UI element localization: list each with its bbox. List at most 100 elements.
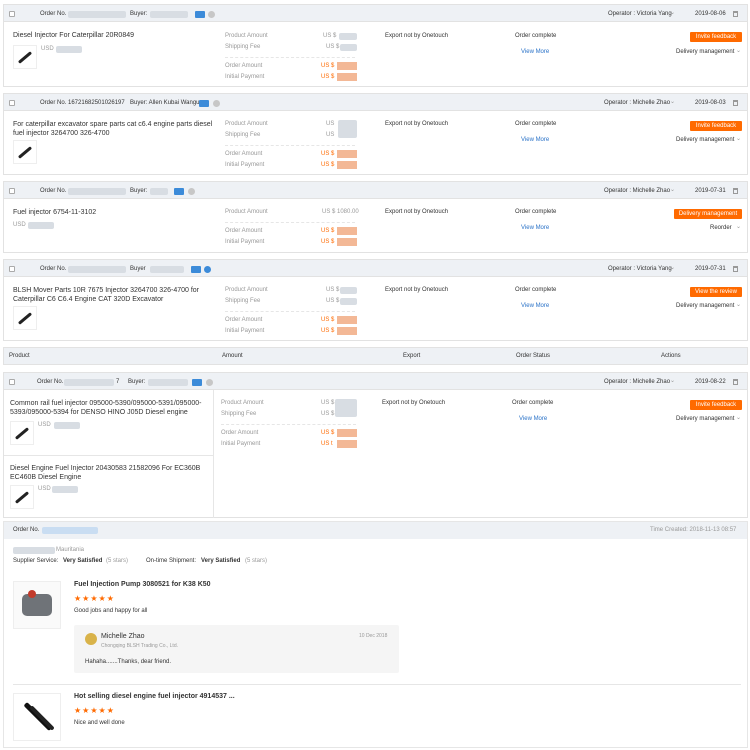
trash-icon[interactable] [733, 379, 738, 385]
order-card: Order No. Buyer: Operator : Victoria Yan… [3, 4, 748, 87]
chevron-down-icon[interactable]: ⌄ [736, 48, 741, 55]
payment-value: US t [321, 441, 333, 447]
product-thumbnail[interactable] [13, 581, 61, 629]
order-number-blurred [42, 527, 98, 534]
order-number-label: Order No. 16721682501026197 [40, 100, 125, 106]
product-title[interactable]: Diesel Injector For Caterpillar 20R0849 [13, 31, 213, 40]
product-thumbnail[interactable] [13, 693, 61, 741]
contact-icon[interactable] [174, 188, 184, 195]
amount-blurred [337, 227, 357, 235]
trash-icon[interactable] [733, 11, 738, 17]
product-thumbnail[interactable] [13, 140, 37, 164]
product-title[interactable]: For caterpillar excavator spare parts ca… [13, 120, 213, 138]
view-more-link[interactable]: View More [521, 303, 549, 310]
order-checkbox[interactable] [9, 100, 15, 106]
operator[interactable]: Operator : Michelle Zhao [604, 100, 670, 107]
chevron-down-icon[interactable]: ⌄ [736, 136, 741, 143]
amount-value: US $ [326, 298, 340, 304]
amount-label: Order Amount [225, 63, 263, 69]
order-card: Order No. 7 Buyer: Operator : Michelle Z… [3, 372, 748, 518]
injector-image-icon [14, 427, 30, 440]
amount-blurred [337, 161, 357, 169]
contact-icon[interactable] [191, 266, 201, 273]
injector-image-icon [17, 146, 33, 159]
product-title[interactable]: Diesel Engine Fuel Injector 20430583 215… [10, 464, 208, 482]
chevron-down-icon[interactable]: ⌄ [736, 302, 741, 309]
trash-icon[interactable] [733, 188, 738, 194]
operator[interactable]: Operator : Michelle Zhao [604, 379, 670, 386]
delivery-management-menu[interactable]: Delivery management [676, 303, 734, 310]
amount-label: Product Amount [225, 33, 268, 39]
order-number-label: Order No. [13, 527, 40, 533]
view-more-link[interactable]: View More [521, 225, 549, 232]
column-export: Export [403, 353, 421, 359]
trash-icon[interactable] [733, 100, 738, 106]
view-more-link[interactable]: View More [521, 137, 549, 144]
column-divider [213, 390, 214, 518]
delivery-management-menu[interactable]: Delivery management [676, 416, 734, 423]
invite-feedback-button[interactable]: Invite feedback [690, 32, 742, 42]
view-review-button[interactable]: View the review [690, 287, 742, 297]
chevron-down-icon[interactable]: ⌄ [670, 10, 675, 17]
product-title[interactable]: Fuel injector 6754-11-3102 [13, 208, 213, 217]
chevron-down-icon[interactable]: ⌄ [736, 415, 741, 422]
chevron-down-icon[interactable]: ⌄ [670, 378, 675, 385]
review-product-title[interactable]: Fuel Injection Pump 3080521 for K38 K50 [74, 580, 211, 589]
product-thumbnail[interactable] [13, 45, 37, 69]
view-more-link[interactable]: View More [521, 49, 549, 56]
invite-feedback-button[interactable]: Invite feedback [690, 121, 742, 131]
operator[interactable]: Operator : Victoria Yang [608, 11, 672, 18]
supplier-service-value: Very Satisfied [63, 558, 103, 564]
order-checkbox[interactable] [9, 11, 15, 17]
amount-blurred [340, 44, 357, 51]
contact-icon[interactable] [192, 379, 202, 386]
shipment-stars: (5 stars) [245, 558, 268, 564]
delivery-management-button[interactable]: Delivery management [674, 209, 742, 219]
chevron-down-icon[interactable]: ⌄ [670, 265, 675, 272]
order-amount-value: US $ [321, 317, 335, 323]
amount-label: Initial Payment [225, 74, 265, 80]
pump-image-icon [22, 594, 52, 616]
product-thumbnail[interactable] [10, 485, 34, 509]
chevron-down-icon[interactable]: ⌄ [670, 187, 675, 194]
view-more-link[interactable]: View More [519, 416, 547, 423]
product-thumbnail[interactable] [10, 421, 34, 445]
order-checkbox[interactable] [9, 379, 15, 385]
reply-company: Chongqing BLSH Trading Co., Ltd. [101, 643, 178, 649]
shipment-label: On-time Shipment: [146, 558, 197, 564]
reorder-menu[interactable]: Reorder [710, 225, 732, 232]
amount-blurred [339, 33, 357, 40]
product-title[interactable]: BLSH Mover Parts 10R 7675 Injector 32647… [13, 286, 213, 304]
amount-label: Product Amount [225, 287, 268, 293]
contact-icon[interactable] [199, 100, 209, 107]
buyer-label: Buyer: [128, 379, 146, 385]
order-amount-value: US $ [321, 228, 335, 234]
chevron-down-icon[interactable]: ⌄ [736, 224, 741, 231]
injector-image-icon [17, 312, 33, 325]
amount-label: Shipping Fee [225, 298, 261, 304]
delivery-management-menu[interactable]: Delivery management [676, 137, 734, 144]
amount-blurred [340, 287, 357, 294]
trash-icon[interactable] [733, 266, 738, 272]
order-status: Order complete [515, 121, 557, 127]
contact-icon[interactable] [195, 11, 205, 18]
operator[interactable]: Operator : Victoria Yang [608, 266, 672, 273]
order-number-blurred [68, 11, 126, 18]
review-product-title[interactable]: Hot selling diesel engine fuel injector … [74, 692, 235, 701]
export-text: Export not by Onetouch [385, 209, 449, 215]
amount-value: US $ [326, 44, 340, 50]
reply-name: Michelle Zhao [101, 633, 145, 640]
order-status: Order complete [515, 287, 557, 293]
product-title[interactable]: Common rail fuel injector 095000-5390/09… [10, 399, 208, 417]
product-thumbnail[interactable] [13, 306, 37, 330]
order-checkbox[interactable] [9, 188, 15, 194]
reply-box: Michelle Zhao Chongqing BLSH Trading Co.… [74, 625, 399, 673]
order-number-blurred [64, 379, 114, 386]
amount-value: US $ [321, 411, 335, 417]
invite-feedback-button[interactable]: Invite feedback [690, 400, 742, 410]
order-checkbox[interactable] [9, 266, 15, 272]
delivery-management-menu[interactable]: Delivery management [676, 49, 734, 56]
review-comment: Nice and well done [74, 720, 125, 726]
operator[interactable]: Operator : Michelle Zhao [604, 188, 670, 195]
chevron-down-icon[interactable]: ⌄ [670, 99, 675, 106]
